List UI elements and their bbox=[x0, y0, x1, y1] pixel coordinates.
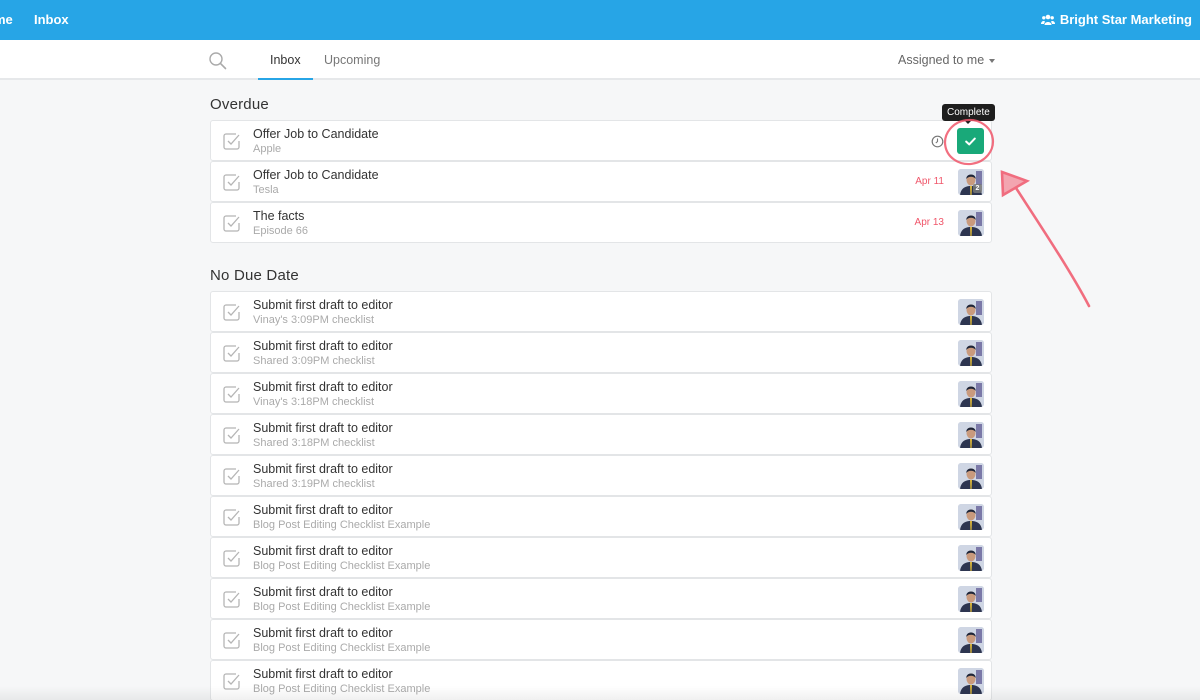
avatar-photo-icon bbox=[958, 340, 984, 366]
task-row[interactable]: Submit first draft to editor Vinay's 3:09… bbox=[210, 291, 992, 332]
avatar-photo-icon bbox=[958, 210, 984, 236]
task-subtitle: Tesla bbox=[253, 184, 279, 196]
complete-button[interactable] bbox=[957, 128, 984, 154]
assignee-avatar[interactable] bbox=[958, 463, 984, 489]
avatar-photo-icon bbox=[958, 586, 984, 612]
assignee-avatar[interactable] bbox=[958, 340, 984, 366]
task-subtitle: Blog Post Editing Checklist Example bbox=[253, 642, 431, 654]
task-row[interactable]: Submit first draft to editor Shared 3:19P… bbox=[210, 455, 992, 496]
task-row[interactable]: Submit first draft to editor Shared 3:09P… bbox=[210, 332, 992, 373]
task-title: Submit first draft to editor bbox=[253, 503, 393, 517]
bottom-fade bbox=[0, 686, 1200, 700]
complete-tooltip: Complete bbox=[942, 104, 995, 124]
task-row[interactable]: Offer Job to Candidate Apple bbox=[210, 120, 992, 161]
organization-name: Bright Star Marketing bbox=[1059, 12, 1192, 27]
task-row[interactable]: Submit first draft to editor Shared 3:18P… bbox=[210, 414, 992, 455]
nav-home-link[interactable]: me bbox=[0, 12, 13, 27]
organization-menu[interactable]: Bright Star Marketing bbox=[1040, 12, 1192, 27]
assignee-avatar[interactable] bbox=[958, 299, 984, 325]
due-date: Apr 11 bbox=[915, 176, 944, 187]
task-title: Submit first draft to editor bbox=[253, 544, 393, 558]
task-row[interactable]: Submit first draft to editor Blog Post Ed… bbox=[210, 537, 992, 578]
task-title: Submit first draft to editor bbox=[253, 339, 393, 353]
checkbox-icon[interactable] bbox=[222, 467, 241, 486]
nav-inbox-link[interactable]: Inbox bbox=[34, 12, 69, 27]
annotation-arrow-icon bbox=[1000, 170, 1091, 308]
task-title: Submit first draft to editor bbox=[253, 298, 393, 312]
task-subtitle: Blog Post Editing Checklist Example bbox=[253, 519, 431, 531]
assignee-avatar[interactable] bbox=[958, 545, 984, 571]
task-subtitle: Apple bbox=[253, 143, 282, 155]
task-title: Offer Job to Candidate bbox=[253, 127, 379, 141]
checkbox-icon[interactable] bbox=[222, 344, 241, 363]
task-row[interactable]: The facts Episode 66 Apr 13 bbox=[210, 202, 992, 243]
avatar-photo-icon bbox=[958, 299, 984, 325]
task-subtitle: Shared 3:09PM checklist bbox=[253, 355, 375, 367]
search-icon[interactable] bbox=[208, 51, 228, 71]
task-title: Submit first draft to editor bbox=[253, 585, 393, 599]
avatar-photo-icon bbox=[958, 627, 984, 653]
task-subtitle: Episode 66 bbox=[253, 225, 309, 237]
checkbox-icon[interactable] bbox=[222, 214, 241, 233]
task-row[interactable]: Submit first draft to editor Vinay's 3:18… bbox=[210, 373, 992, 414]
assignee-avatar[interactable] bbox=[958, 586, 984, 612]
assignee-avatar[interactable]: 2 bbox=[958, 169, 984, 195]
task-title: Submit first draft to editor bbox=[253, 667, 393, 681]
section-title-overdue: Overdue bbox=[210, 96, 269, 113]
checkbox-icon[interactable] bbox=[222, 426, 241, 445]
task-subtitle: Blog Post Editing Checklist Example bbox=[253, 560, 431, 572]
checkmark-icon bbox=[965, 137, 976, 145]
avatar-photo-icon bbox=[958, 545, 984, 571]
overdue-list: Offer Job to Candidate Apple Offer Job t… bbox=[210, 120, 992, 243]
task-title: Submit first draft to editor bbox=[253, 421, 393, 435]
task-title: Submit first draft to editor bbox=[253, 380, 393, 394]
section-title-no-due-date: No Due Date bbox=[210, 267, 299, 284]
checkbox-icon[interactable] bbox=[222, 508, 241, 527]
task-row[interactable]: Submit first draft to editor Blog Post Ed… bbox=[210, 578, 992, 619]
task-subtitle: Shared 3:18PM checklist bbox=[253, 437, 375, 449]
checkbox-icon[interactable] bbox=[222, 631, 241, 650]
avatar-photo-icon bbox=[958, 381, 984, 407]
checkbox-icon[interactable] bbox=[222, 173, 241, 192]
assignee-avatar[interactable] bbox=[958, 381, 984, 407]
tab-inbox[interactable]: Inbox bbox=[258, 40, 313, 80]
due-date: Apr 13 bbox=[914, 217, 944, 228]
no-due-date-list: Submit first draft to editor Vinay's 3:09… bbox=[210, 291, 992, 700]
task-row[interactable]: Submit first draft to editor Blog Post Ed… bbox=[210, 496, 992, 537]
assignee-avatar[interactable] bbox=[958, 422, 984, 448]
avatar-photo-icon bbox=[958, 504, 984, 530]
task-title: Submit first draft to editor bbox=[253, 462, 393, 476]
users-icon bbox=[1040, 14, 1055, 25]
assignee-count-badge: 2 bbox=[973, 184, 982, 193]
avatar-photo-icon bbox=[958, 463, 984, 489]
task-title: The facts bbox=[253, 209, 305, 223]
checkbox-icon[interactable] bbox=[222, 132, 241, 151]
task-subtitle: Blog Post Editing Checklist Example bbox=[253, 601, 431, 613]
task-row[interactable]: Offer Job to Candidate Tesla Apr 11 2 bbox=[210, 161, 992, 202]
assigned-filter-dropdown[interactable]: Assigned to me bbox=[898, 40, 996, 80]
task-subtitle: Shared 3:19PM checklist bbox=[253, 478, 375, 490]
checkbox-icon[interactable] bbox=[222, 303, 241, 322]
assignee-avatar[interactable] bbox=[958, 627, 984, 653]
task-subtitle: Vinay's 3:09PM checklist bbox=[253, 314, 375, 326]
caret-down-icon bbox=[989, 58, 996, 63]
assignee-avatar[interactable] bbox=[958, 210, 984, 236]
assigned-filter-label: Assigned to me bbox=[898, 53, 985, 67]
sub-header: Inbox Upcoming Assigned to me bbox=[0, 40, 1200, 80]
checkbox-icon[interactable] bbox=[222, 549, 241, 568]
task-row[interactable]: Submit first draft to editor Blog Post Ed… bbox=[210, 619, 992, 660]
task-title: Offer Job to Candidate bbox=[253, 168, 379, 182]
tab-upcoming[interactable]: Upcoming bbox=[324, 40, 380, 80]
clock-icon[interactable] bbox=[931, 135, 944, 148]
checkbox-icon[interactable] bbox=[222, 590, 241, 609]
assignee-avatar[interactable] bbox=[958, 504, 984, 530]
checkbox-icon[interactable] bbox=[222, 385, 241, 404]
task-title: Submit first draft to editor bbox=[253, 626, 393, 640]
avatar-photo-icon bbox=[958, 422, 984, 448]
task-subtitle: Vinay's 3:18PM checklist bbox=[253, 396, 375, 408]
top-nav-bar: me Inbox Bright Star Marketing bbox=[0, 0, 1200, 40]
